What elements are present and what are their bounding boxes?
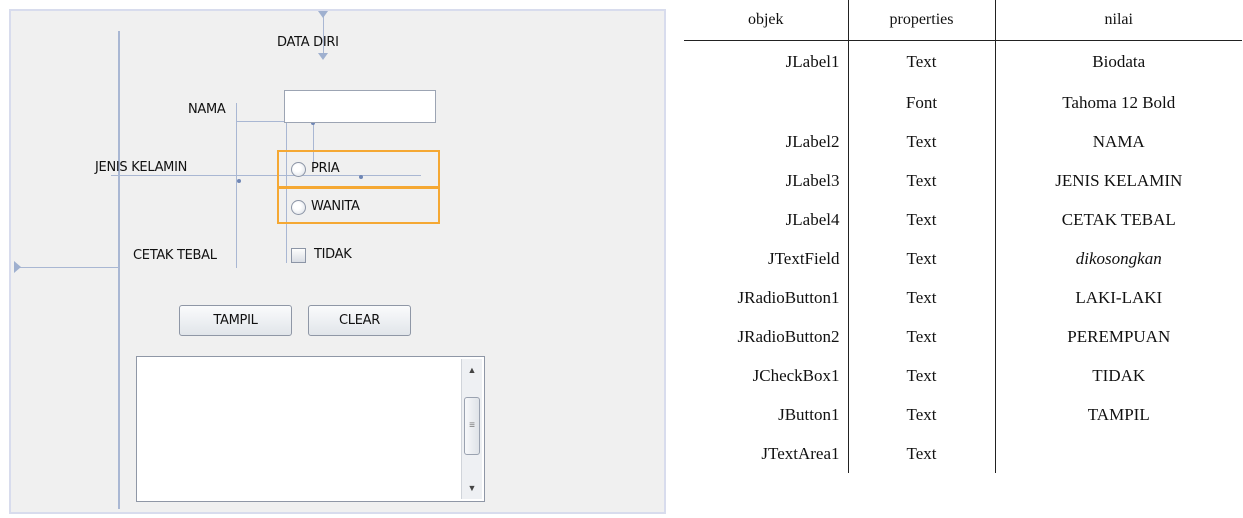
radio-pria[interactable]	[291, 162, 306, 177]
table-header-row: objek properties nilai	[684, 0, 1242, 41]
cell-nilai: Tahoma 12 Bold	[994, 83, 1242, 122]
guide-vertical-labels	[236, 103, 237, 268]
cell-properties: Font	[847, 83, 996, 122]
nama-field[interactable]	[284, 90, 436, 123]
table-row: JCheckBox1 Text TIDAK	[684, 356, 1242, 395]
scroll-up-icon[interactable]: ▲	[465, 363, 479, 377]
cell-properties: Text	[847, 200, 996, 239]
data-diri-label: DATA DIRI	[277, 35, 339, 50]
cetak-tebal-label: CETAK TEBAL	[133, 248, 217, 263]
cell-objek: JLabel4	[684, 200, 849, 239]
table-row: JLabel2 Text NAMA	[684, 122, 1242, 161]
cell-properties: Text	[847, 40, 996, 83]
cell-objek	[684, 83, 849, 122]
anchor-down-icon	[318, 11, 328, 18]
radio-wanita[interactable]	[291, 200, 306, 215]
anchor-down-icon	[318, 53, 328, 60]
design-canvas: DATA DIRI NAMA JENIS KELAMIN CETAK TEBAL…	[9, 9, 666, 514]
cell-objek: JRadioButton2	[684, 317, 849, 356]
tampil-button[interactable]: TAMPIL	[179, 305, 292, 336]
cell-objek: JLabel2	[684, 122, 849, 161]
table-row: JTextField Text dikosongkan	[684, 239, 1242, 278]
cell-properties: Text	[847, 395, 996, 434]
radio-wanita-label[interactable]: WANITA	[311, 199, 360, 214]
header-properties: properties	[847, 0, 996, 41]
table-row: JRadioButton1 Text LAKI-LAKI	[684, 278, 1242, 317]
header-objek: objek	[684, 0, 849, 41]
properties-table: objek properties nilai JLabel1 Text Biod…	[684, 0, 1242, 473]
jenis-kelamin-label: JENIS KELAMIN	[95, 160, 188, 175]
cell-properties: Text	[847, 161, 996, 200]
cell-objek: JTextField	[684, 239, 849, 278]
cell-objek: JLabel3	[684, 161, 849, 200]
nama-label: NAMA	[188, 102, 226, 117]
cell-nilai: TAMPIL	[994, 395, 1242, 434]
scroll-thumb[interactable]: ≡	[464, 397, 480, 455]
cell-properties: Text	[847, 278, 996, 317]
cell-objek: JRadioButton1	[684, 278, 849, 317]
table-row: JLabel1 Text Biodata	[684, 40, 1242, 83]
textarea-content[interactable]	[141, 361, 458, 497]
cell-nilai: TIDAK	[994, 356, 1242, 395]
cell-properties: Text	[847, 317, 996, 356]
scroll-down-icon[interactable]: ▼	[465, 481, 479, 495]
cell-objek: JTextArea1	[684, 434, 849, 473]
header-nilai: nilai	[994, 0, 1242, 41]
table-row: JTextArea1 Text	[684, 434, 1242, 473]
cell-nilai: NAMA	[994, 122, 1242, 161]
cell-nilai: PEREMPUAN	[994, 317, 1242, 356]
guide-vertical-left	[118, 31, 120, 509]
guide-horizontal-left	[19, 267, 119, 268]
checkbox-tidak-label[interactable]: TIDAK	[314, 247, 352, 262]
table-row: Font Tahoma 12 Bold	[684, 83, 1242, 122]
cell-nilai: Biodata	[994, 40, 1242, 83]
cell-properties: Text	[847, 122, 996, 161]
clear-button[interactable]: CLEAR	[308, 305, 411, 336]
radio-pria-label[interactable]: PRIA	[311, 161, 340, 176]
cell-nilai: JENIS KELAMIN	[994, 161, 1242, 200]
cell-nilai: LAKI-LAKI	[994, 278, 1242, 317]
checkbox-tidak[interactable]	[291, 248, 306, 263]
cell-properties: Text	[847, 434, 996, 473]
cell-objek: JLabel1	[684, 40, 849, 83]
anchor-dot	[237, 179, 241, 183]
textarea-scrollbar[interactable]: ▲ ≡ ▼	[461, 359, 482, 499]
cell-nilai	[994, 434, 1242, 473]
cell-nilai: CETAK TEBAL	[994, 200, 1242, 239]
form-designer: DATA DIRI NAMA JENIS KELAMIN CETAK TEBAL…	[0, 0, 675, 518]
table-row: JButton1 Text TAMPIL	[684, 395, 1242, 434]
cell-nilai: dikosongkan	[994, 239, 1242, 278]
anchor-right-icon	[14, 261, 21, 273]
cell-objek: JCheckBox1	[684, 356, 849, 395]
cell-properties: Text	[847, 239, 996, 278]
table-row: JLabel3 Text JENIS KELAMIN	[684, 161, 1242, 200]
table-row: JLabel4 Text CETAK TEBAL	[684, 200, 1242, 239]
cell-objek: JButton1	[684, 395, 849, 434]
output-textarea[interactable]: ▲ ≡ ▼	[136, 356, 485, 502]
cell-properties: Text	[847, 356, 996, 395]
table-row: JRadioButton2 Text PEREMPUAN	[684, 317, 1242, 356]
